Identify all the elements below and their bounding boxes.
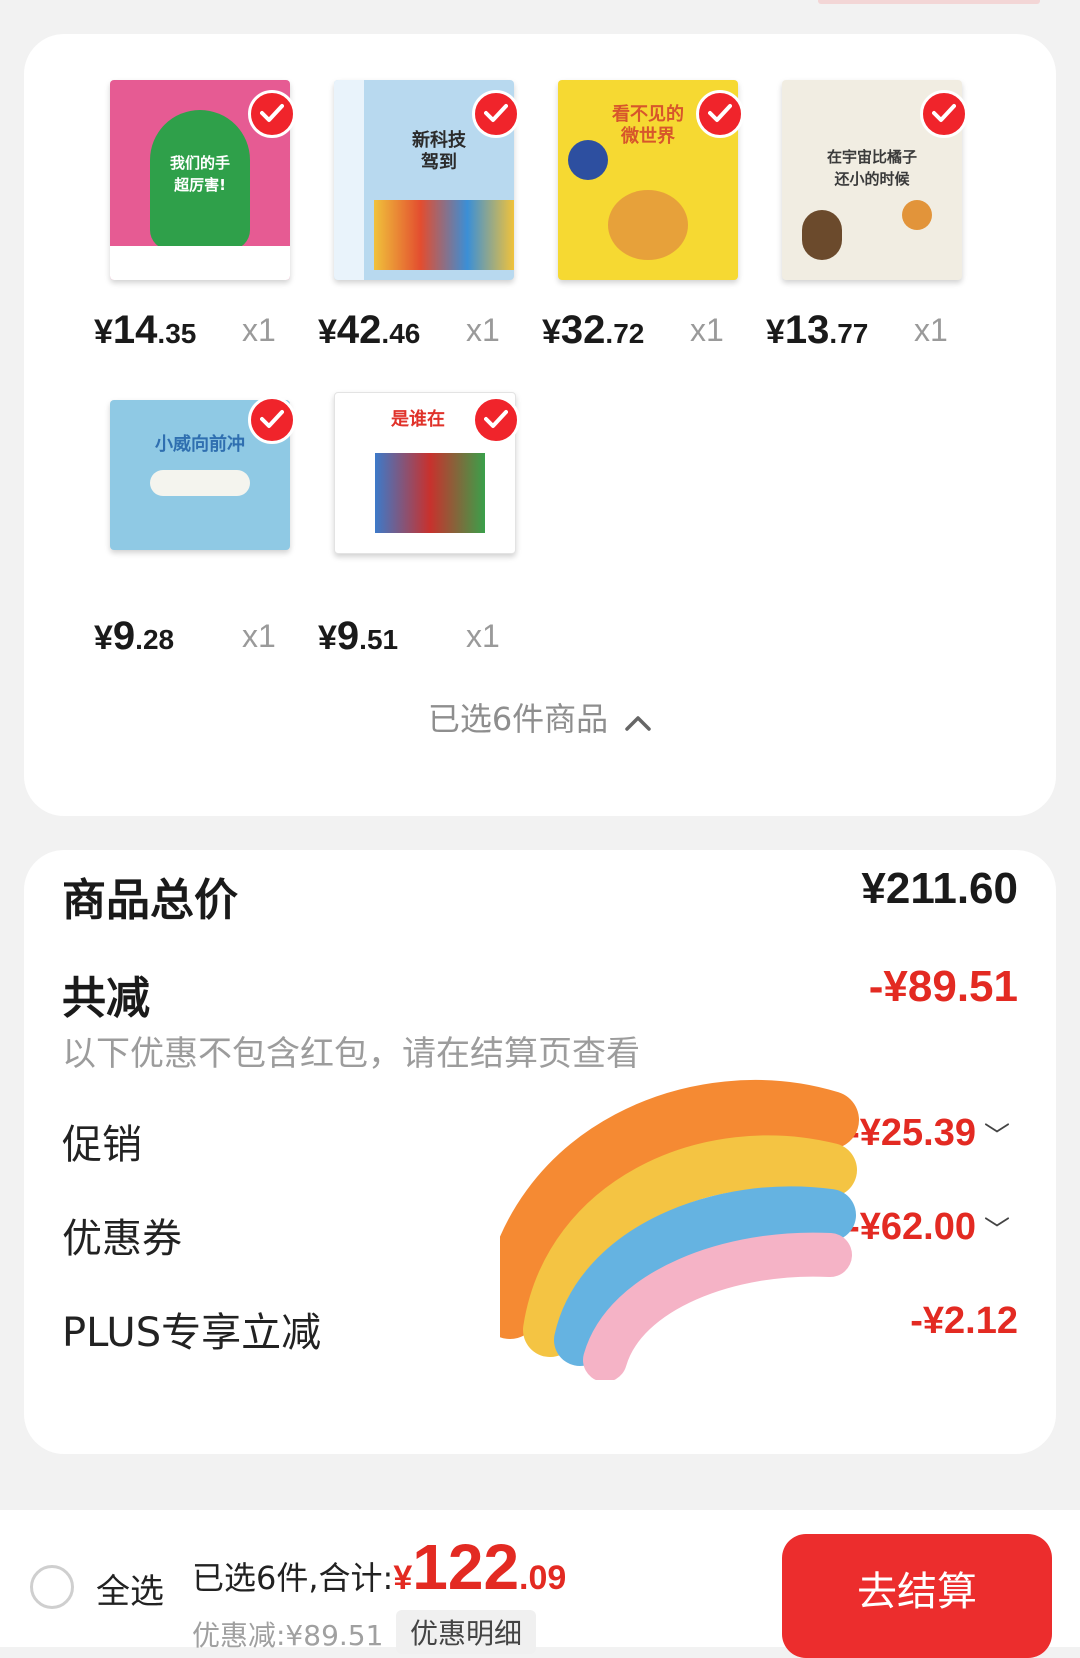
product-quantity: x1 (690, 312, 724, 348)
select-all-label[interactable]: 全选 (96, 1564, 164, 1613)
total-reduce-value: -¥89.51 (868, 962, 1018, 1011)
total-reduce-label: 共减 (62, 973, 150, 1024)
total-amount-dec: .09 (519, 1559, 567, 1597)
plus-discount-value: -¥2.12 (910, 1300, 1018, 1342)
selected-total-label: 已选6件,合计: (192, 1559, 394, 1597)
product-item[interactable]: 是谁在 ¥9.51 x1 (314, 386, 544, 686)
chevron-up-icon (624, 702, 652, 740)
product-price: ¥32.72 (542, 308, 645, 352)
product-price: ¥14.35 (94, 308, 197, 352)
product-quantity: x1 (914, 312, 948, 348)
total-amount-int: 122 (412, 1531, 520, 1603)
cover-art (150, 470, 250, 496)
product-quantity: x1 (466, 312, 500, 348)
promo-label: 促销 (62, 1122, 142, 1168)
product-price: ¥42.46 (318, 308, 421, 352)
plus-discount-label: PLUS专享立减 (62, 1310, 322, 1356)
checkout-bar: 全选 已选6件,合计:¥122.09 优惠减:¥89.51 优惠明细 去结算 (0, 1510, 1080, 1658)
cover-title: 我们的手 超厉害! (169, 154, 230, 194)
product-item[interactable]: 在宇宙比橘子 还小的时候 ¥13.77 x1 (762, 80, 992, 380)
cover-art (902, 200, 932, 230)
select-all-radio-icon[interactable] (30, 1565, 74, 1609)
selected-items-label: 已选6件商品 (427, 700, 609, 738)
product-price: ¥13.77 (766, 308, 869, 352)
check-icon[interactable] (248, 90, 296, 138)
cover-art (608, 190, 688, 260)
check-icon[interactable] (696, 90, 744, 138)
total-price-value: ¥211.60 (861, 864, 1018, 913)
check-icon[interactable] (248, 396, 296, 444)
discount-summary: 优惠减:¥89.51 (192, 1619, 384, 1652)
rainbow-sticker (500, 1079, 859, 1380)
coupon-label: 优惠券 (62, 1216, 182, 1262)
cover-footer (110, 246, 290, 280)
selected-items-toggle[interactable]: 已选6件商品 (24, 694, 1056, 740)
product-quantity: x1 (242, 312, 276, 348)
cover-art (374, 200, 514, 270)
cover-art (802, 210, 842, 260)
product-quantity: x1 (466, 618, 500, 654)
check-icon[interactable] (472, 396, 520, 444)
product-item[interactable]: 我们的手 超厉害! ¥14.35 x1 (90, 80, 320, 380)
product-item[interactable]: 小威向前冲 ¥9.28 x1 (90, 386, 320, 686)
product-price: ¥9.51 (318, 614, 399, 658)
selected-products-card: 我们的手 超厉害! ¥14.35 x1 新科技 驾到 ¥42.46 x1 看不见… (24, 34, 1056, 816)
cover-title: 在宇宙比橘子 还小的时候 (826, 148, 917, 188)
checkout-button[interactable]: 去结算 (782, 1534, 1052, 1658)
chevron-down-icon: ﹀ (983, 1216, 1010, 1246)
total-price-label: 商品总价 (62, 875, 238, 926)
discount-detail-button[interactable]: 优惠明细 (396, 1610, 537, 1654)
cover-spine (334, 80, 364, 280)
check-icon[interactable] (920, 90, 968, 138)
top-accent-bar (818, 0, 1040, 4)
cover-art (375, 453, 485, 533)
product-item[interactable]: 新科技 驾到 ¥42.46 x1 (314, 80, 544, 380)
product-price: ¥9.28 (94, 614, 175, 658)
total-currency: ¥ (393, 1559, 413, 1597)
chevron-down-icon: ﹀ (983, 1122, 1010, 1152)
selected-total: 已选6件,合计:¥122.09 (192, 1530, 566, 1604)
product-quantity: x1 (242, 618, 276, 654)
product-item[interactable]: 看不见的 微世界 ¥32.72 x1 (538, 80, 768, 380)
check-icon[interactable] (472, 90, 520, 138)
